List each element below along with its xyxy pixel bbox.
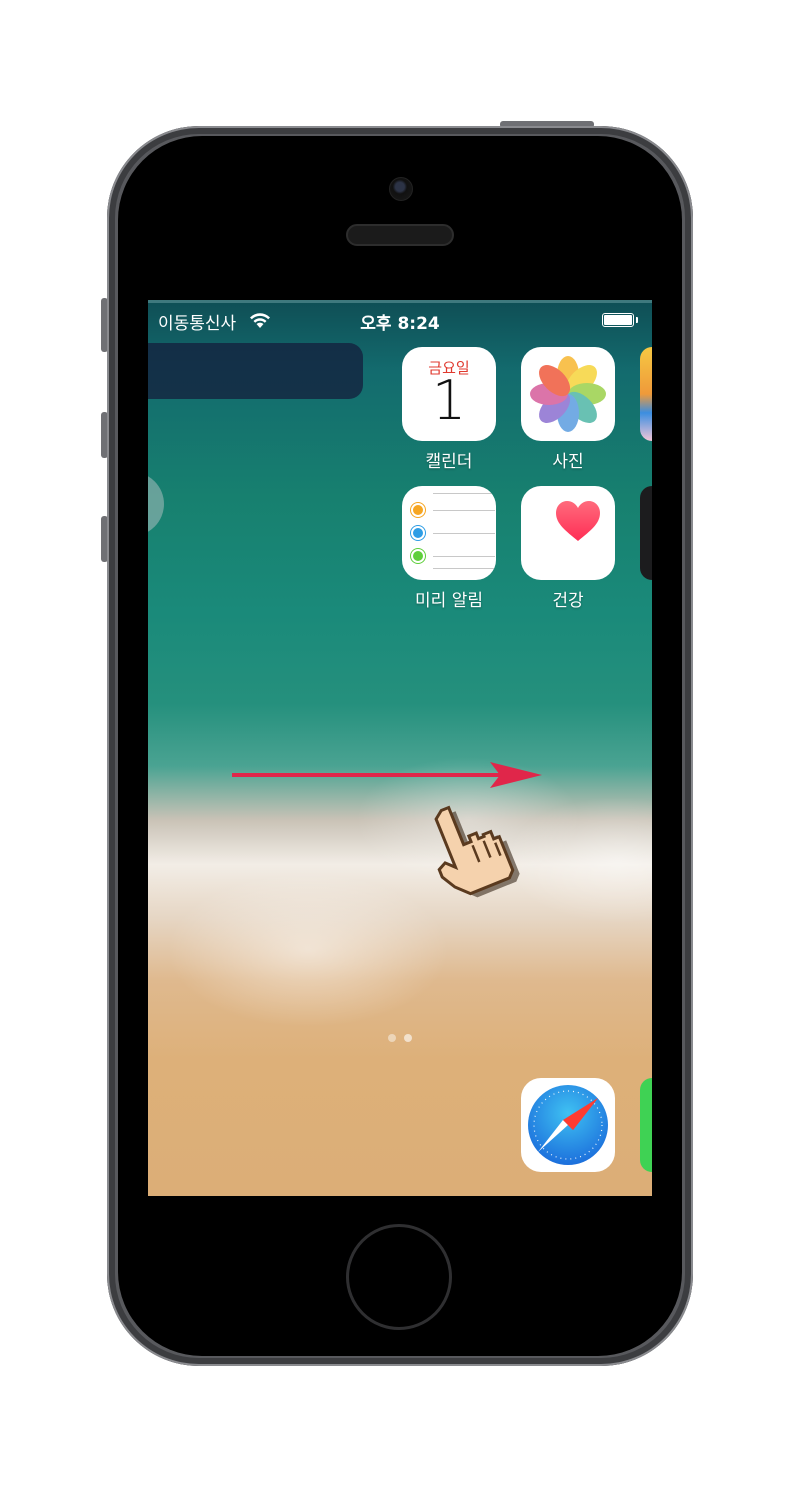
- status-bar: 이동통신사 오후 8:24: [148, 300, 652, 340]
- photos-icon: [521, 347, 615, 441]
- calendar-day-number: 1: [431, 369, 467, 432]
- edge-control[interactable]: [148, 472, 164, 536]
- app-calendar[interactable]: 금요일 1 캘린더: [402, 347, 496, 472]
- home-screen[interactable]: 이동통신사 오후 8:24 금요일 1 캘린더 사진 미리 알림 건강: [148, 300, 652, 1196]
- app-label-health: 건강: [552, 591, 584, 611]
- app-label-reminders: 미리 알림: [415, 591, 483, 611]
- front-camera: [389, 177, 413, 201]
- app-photos[interactable]: 사진: [521, 347, 615, 472]
- partial-messages-icon[interactable]: [640, 1078, 652, 1172]
- earpiece-speaker: [346, 224, 454, 246]
- safari-compass-icon: [521, 1078, 615, 1172]
- hand-cursor-icon: [434, 805, 520, 898]
- calendar-icon: 금요일 1: [402, 347, 496, 441]
- swipe-right-arrow-icon: [232, 762, 542, 788]
- battery-icon: [602, 313, 634, 327]
- health-icon: [521, 486, 615, 580]
- app-health[interactable]: 건강: [521, 486, 615, 611]
- status-time: 오후 8:24: [360, 314, 440, 334]
- app-label-calendar: 캘린더: [425, 452, 473, 472]
- app-safari[interactable]: [521, 1078, 615, 1172]
- today-widget[interactable]: [148, 343, 363, 399]
- page-indicator: [148, 1027, 652, 1046]
- reminders-icon: [402, 486, 496, 580]
- app-reminders[interactable]: 미리 알림: [402, 486, 496, 611]
- home-button[interactable]: [346, 1224, 452, 1330]
- battery-tip: [636, 317, 638, 323]
- partial-app-icon-2[interactable]: [640, 486, 652, 580]
- app-label-photos: 사진: [552, 452, 584, 472]
- partial-app-icon[interactable]: [640, 347, 652, 441]
